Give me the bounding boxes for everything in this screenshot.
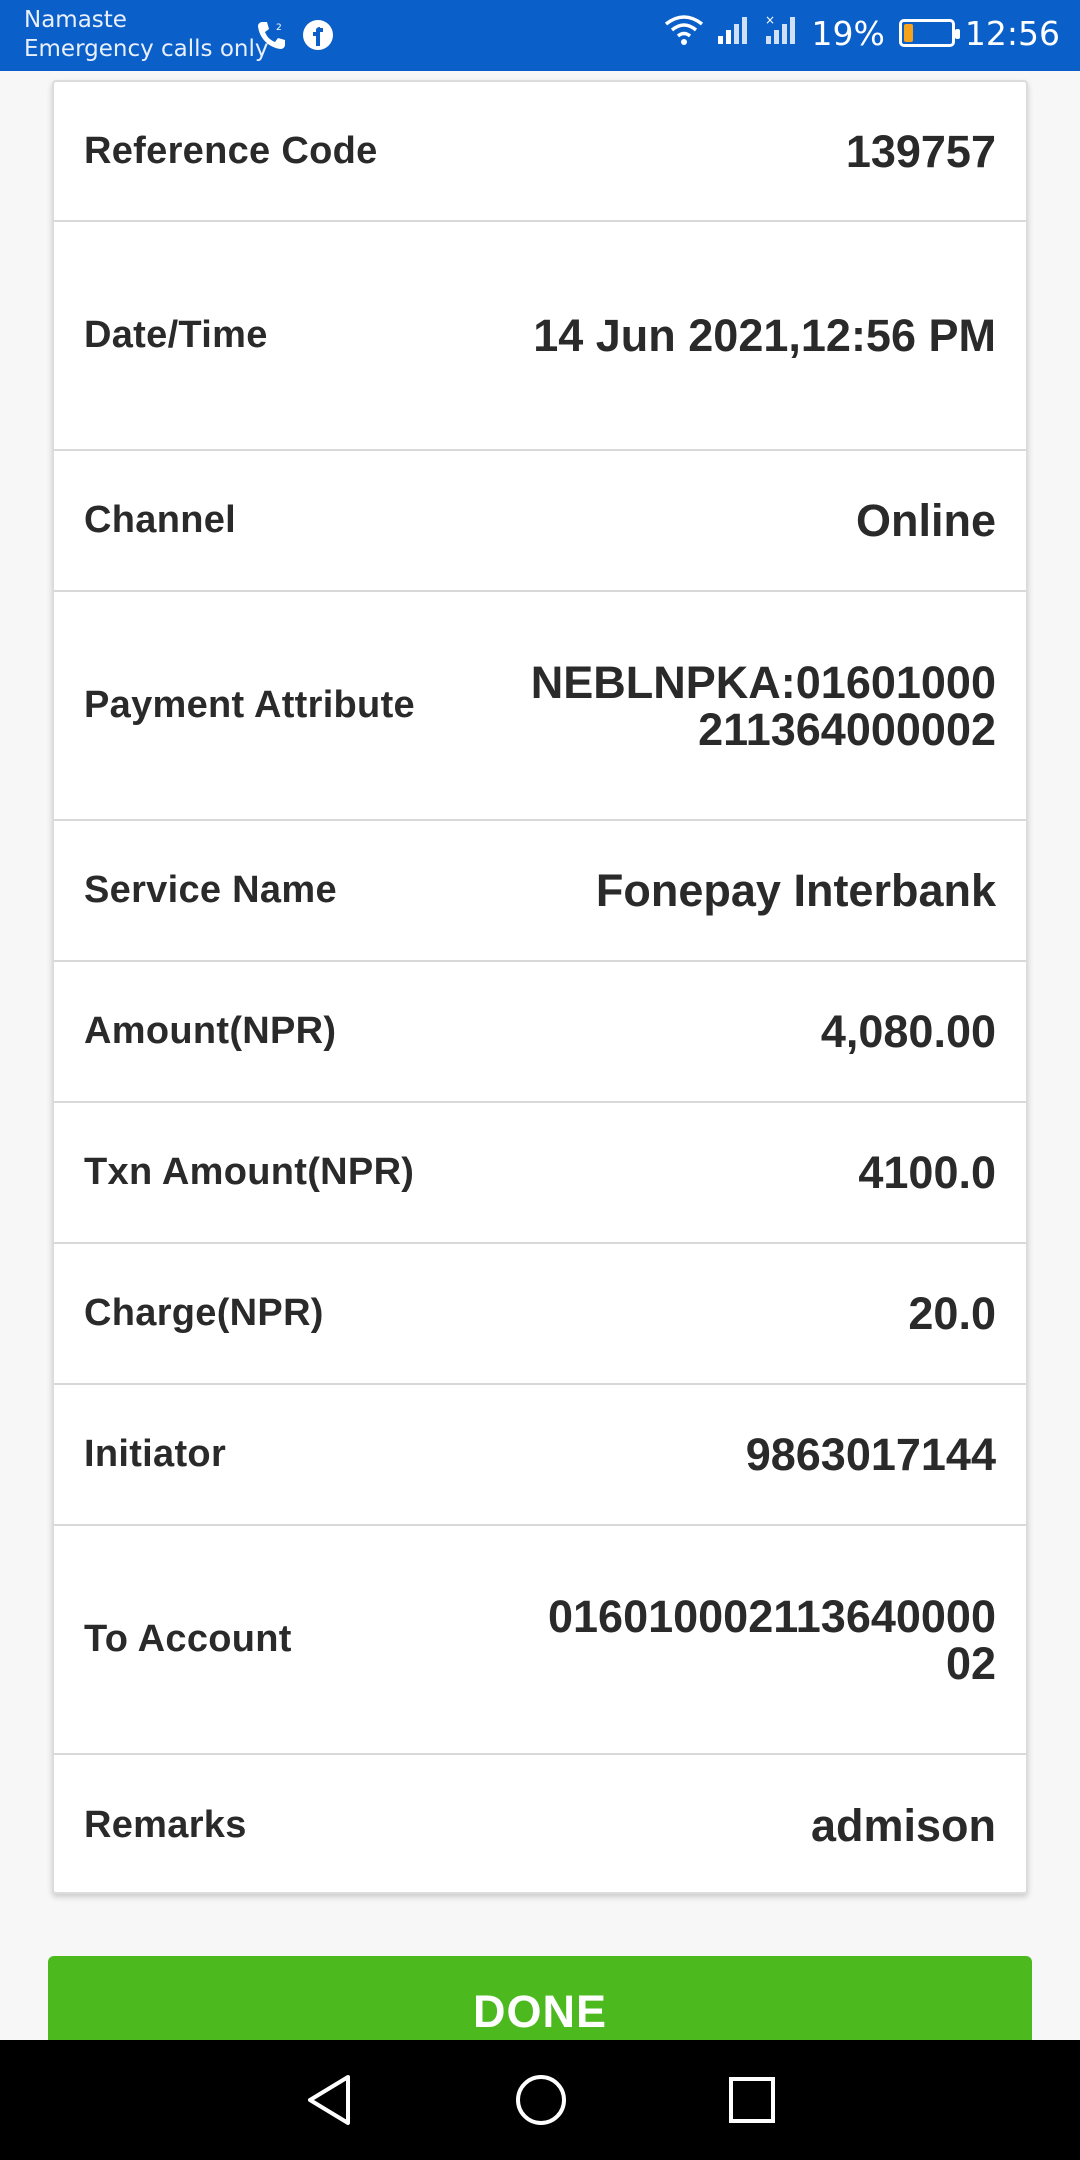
battery-icon [898, 19, 960, 47]
detail-value: 14 Jun 2021,12:56 PM [533, 310, 996, 361]
wifi-icon [662, 12, 706, 54]
battery-percent: 19% [811, 13, 885, 53]
navigation-bar [0, 2040, 1080, 2160]
emergency-text: Emergency calls only [24, 35, 269, 62]
detail-value: 139757 [845, 125, 996, 177]
detail-value: 4,080.00 [820, 1006, 996, 1057]
detail-label: Remarks [84, 1804, 247, 1846]
signal-icon [716, 12, 754, 54]
detail-label: Amount(NPR) [84, 1010, 337, 1052]
status-bar: Namaste Emergency calls only 2 × 19% 12:… [0, 0, 1080, 71]
detail-row-to-account: To Account 01601000211364000002 [54, 1526, 1026, 1755]
carrier-name: Namaste [24, 7, 127, 33]
detail-value: NEBLNPKA:01601000211364000002 [530, 656, 996, 755]
status-carrier-info: Namaste Emergency calls only [24, 6, 269, 64]
wifi-calling-icon: 2 [254, 18, 288, 57]
detail-row-remarks: Remarks admison [54, 1755, 1026, 1892]
detail-row-channel: Channel Online [54, 451, 1026, 592]
detail-label: Charge(NPR) [84, 1292, 324, 1334]
signal-no-service-icon: × [764, 12, 802, 54]
detail-label: Reference Code [84, 129, 378, 172]
detail-label: To Account [84, 1618, 292, 1660]
detail-row-payment-attribute: Payment Attribute NEBLNPKA:0160100021136… [54, 592, 1026, 821]
transaction-details-card: Reference Code 139757 Date/Time 14 Jun 2… [52, 80, 1028, 1894]
detail-value: Online [855, 495, 996, 546]
detail-label: Date/Time [84, 314, 268, 356]
detail-label: Txn Amount(NPR) [84, 1151, 415, 1193]
detail-value: 01601000211364000002 [547, 1590, 996, 1689]
home-icon[interactable] [514, 2073, 568, 2127]
detail-label: Channel [84, 499, 237, 541]
svg-text:×: × [765, 13, 775, 27]
detail-row-amount: Amount(NPR) 4,080.00 [54, 962, 1026, 1103]
facebook-icon [302, 19, 334, 56]
detail-label: Service Name [84, 869, 337, 911]
detail-value: 4100.0 [858, 1147, 996, 1198]
detail-value: 9863017144 [745, 1429, 996, 1480]
clock: 12:56 [964, 13, 1060, 53]
detail-value: admison [810, 1800, 996, 1851]
detail-value: 20.0 [908, 1288, 996, 1339]
battery-level [903, 24, 914, 42]
detail-row-service-name: Service Name Fonepay Interbank [54, 821, 1026, 962]
detail-label: Initiator [84, 1433, 227, 1475]
detail-row-initiator: Initiator 9863017144 [54, 1385, 1026, 1526]
detail-value: Fonepay Interbank [595, 865, 996, 916]
detail-row-reference-code: Reference Code 139757 [54, 82, 1026, 222]
recents-icon[interactable] [728, 2076, 776, 2124]
detail-row-txn-amount: Txn Amount(NPR) 4100.0 [54, 1103, 1026, 1244]
back-icon[interactable] [304, 2073, 354, 2127]
detail-row-date-time: Date/Time 14 Jun 2021,12:56 PM [54, 222, 1026, 451]
svg-text:2: 2 [276, 23, 282, 33]
detail-row-charge: Charge(NPR) 20.0 [54, 1244, 1026, 1385]
detail-label: Payment Attribute [84, 684, 415, 726]
